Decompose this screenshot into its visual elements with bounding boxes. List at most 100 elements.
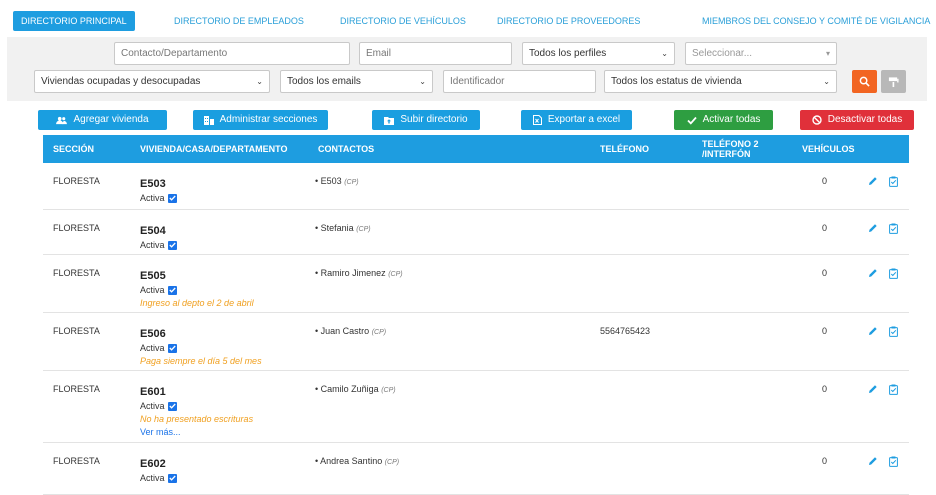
clipboard-button[interactable] — [887, 325, 899, 337]
check-icon — [168, 345, 176, 351]
unit-name[interactable]: E506 — [140, 328, 262, 340]
contacto-input[interactable]: Contacto/Departamento — [114, 42, 350, 65]
filter-panel: Contacto/Departamento Email Todos los pe… — [7, 37, 927, 101]
tab-directorio-empleados[interactable]: DIRECTORIO DE EMPLEADOS — [174, 11, 304, 31]
seccion-cell: FLORESTA — [53, 176, 100, 186]
clipboard-button[interactable] — [887, 383, 899, 395]
activar-todas-button[interactable]: Activar todas — [674, 110, 773, 130]
table-row: FLORESTA E504 Activa • Stefania (CP) 0 — [43, 210, 909, 255]
check-icon — [168, 242, 176, 248]
vehiculos-cell: 0 — [822, 176, 828, 186]
header-telefono2[interactable]: TELÉFONO 2 /INTERFÓN — [702, 135, 759, 163]
header-vehiculos[interactable]: VEHÍCULOS — [802, 135, 855, 163]
users-icon — [56, 116, 68, 124]
check-icon — [168, 475, 176, 481]
unit-name[interactable]: E505 — [140, 270, 254, 282]
email-placeholder: Email — [366, 48, 392, 59]
activar-todas-label: Activar todas — [702, 114, 761, 125]
emails-value: Todos los emails — [287, 76, 361, 87]
clipboard-button[interactable] — [887, 267, 899, 279]
buildings-icon — [203, 116, 214, 125]
edit-button[interactable] — [867, 325, 879, 337]
tab-directorio-principal[interactable]: DIRECTORIO PRINCIPAL — [13, 11, 135, 31]
edit-button[interactable] — [867, 267, 879, 279]
administrar-secciones-button[interactable]: Administrar secciones — [193, 110, 328, 130]
edit-button[interactable] — [867, 383, 879, 395]
seleccionar-select[interactable]: Seleccionar... ▾ — [685, 42, 837, 65]
clipboard-button[interactable] — [887, 222, 899, 234]
contact-name[interactable]: E503 — [321, 176, 342, 186]
contact-name[interactable]: Andrea Santino — [320, 456, 382, 466]
contact-name[interactable]: Juan Castro — [321, 326, 370, 336]
contact-name[interactable]: Stefania — [321, 223, 354, 233]
clipboard-check-icon — [888, 176, 898, 187]
vivienda-cell: E506 Activa Paga siempre el día 5 del mes — [140, 326, 262, 366]
viviendas-select[interactable]: Viviendas ocupadas y desocupadas ⌄ — [34, 70, 270, 93]
header-seccion[interactable]: SECCIÓN — [53, 135, 94, 163]
paint-roller-icon — [888, 76, 899, 87]
clipboard-button[interactable] — [887, 455, 899, 467]
ban-icon — [812, 115, 822, 125]
subir-directorio-button[interactable]: Subir directorio — [372, 110, 480, 130]
clear-filters-button[interactable] — [881, 70, 906, 93]
header-telefono[interactable]: TELÉFONO — [600, 135, 649, 163]
identificador-input[interactable]: Identificador — [443, 70, 596, 93]
desactivar-todas-button[interactable]: Desactivar todas — [800, 110, 914, 130]
unit-name[interactable]: E602 — [140, 458, 177, 470]
emails-select[interactable]: Todos los emails ⌄ — [280, 70, 433, 93]
contact-name[interactable]: Ramiro Jimenez — [321, 268, 386, 278]
vehiculos-cell: 0 — [822, 223, 828, 233]
active-checkbox[interactable] — [167, 473, 177, 483]
email-input[interactable]: Email — [359, 42, 512, 65]
tab-directorio-proveedores[interactable]: DIRECTORIO DE PROVEEDORES — [497, 11, 640, 31]
exportar-excel-label: Exportar a excel — [547, 114, 621, 125]
seccion-cell: FLORESTA — [53, 326, 100, 336]
check-icon — [686, 116, 697, 125]
contacto-cell: • Camilo Zuñiga (CP) — [315, 384, 396, 394]
caret-down-icon: ▾ — [825, 49, 830, 58]
active-checkbox[interactable] — [167, 285, 177, 295]
header-vivienda[interactable]: VIVIENDA/CASA/DEPARTAMENTO — [140, 135, 288, 163]
active-checkbox[interactable] — [167, 343, 177, 353]
tab-miembros-consejo[interactable]: MIEMBROS DEL CONSEJO Y COMITÉ DE VIGILAN… — [702, 11, 930, 31]
identificador-placeholder: Identificador — [450, 76, 505, 87]
perfiles-select[interactable]: Todos los perfiles ⌄ — [522, 42, 675, 65]
unit-name[interactable]: E504 — [140, 225, 177, 237]
administrar-secciones-label: Administrar secciones — [219, 114, 318, 125]
active-checkbox[interactable] — [167, 240, 177, 250]
header-contactos[interactable]: CONTACTOS — [318, 135, 374, 163]
active-checkbox[interactable] — [167, 401, 177, 411]
edit-button[interactable] — [867, 175, 879, 187]
estatus-select[interactable]: Todos los estatus de vivienda ⌄ — [604, 70, 837, 93]
row-actions — [867, 383, 899, 395]
edit-button[interactable] — [867, 455, 879, 467]
perfiles-value: Todos los perfiles — [529, 48, 607, 59]
unit-name[interactable]: E601 — [140, 386, 253, 398]
unit-name[interactable]: E503 — [140, 178, 177, 190]
tab-directorio-vehiculos[interactable]: DIRECTORIO DE VEHÍCULOS — [340, 11, 466, 31]
agregar-vivienda-button[interactable]: Agregar vivienda — [38, 110, 167, 130]
contacto-cell: • E503 (CP) — [315, 176, 359, 186]
active-checkbox[interactable] — [167, 193, 177, 203]
contact-name[interactable]: Camilo Zuñiga — [321, 384, 379, 394]
status-label: Activa — [140, 285, 165, 295]
status-label: Activa — [140, 343, 165, 353]
chevron-down-icon: ⌄ — [661, 49, 668, 58]
clipboard-button[interactable] — [887, 175, 899, 187]
exportar-excel-button[interactable]: Exportar a excel — [521, 110, 632, 130]
contacto-cell: • Juan Castro (CP) — [315, 326, 387, 336]
clipboard-check-icon — [888, 456, 898, 467]
contacto-cell: • Ramiro Jimenez (CP) — [315, 268, 403, 278]
contacto-cell: • Stefania (CP) — [315, 223, 371, 233]
pencil-icon — [869, 269, 877, 277]
search-button[interactable] — [852, 70, 877, 93]
contact-role: (CP) — [356, 226, 371, 233]
vehiculos-cell: 0 — [822, 456, 828, 466]
agregar-vivienda-label: Agregar vivienda — [73, 114, 149, 125]
ver-mas-link[interactable]: Ver más... — [140, 427, 253, 437]
edit-button[interactable] — [867, 222, 879, 234]
status-activa: Activa — [140, 193, 177, 203]
status-activa: Activa — [140, 343, 262, 353]
table-header: SECCIÓN VIVIENDA/CASA/DEPARTAMENTO CONTA… — [43, 135, 909, 163]
chevron-down-icon: ⌄ — [823, 77, 830, 86]
